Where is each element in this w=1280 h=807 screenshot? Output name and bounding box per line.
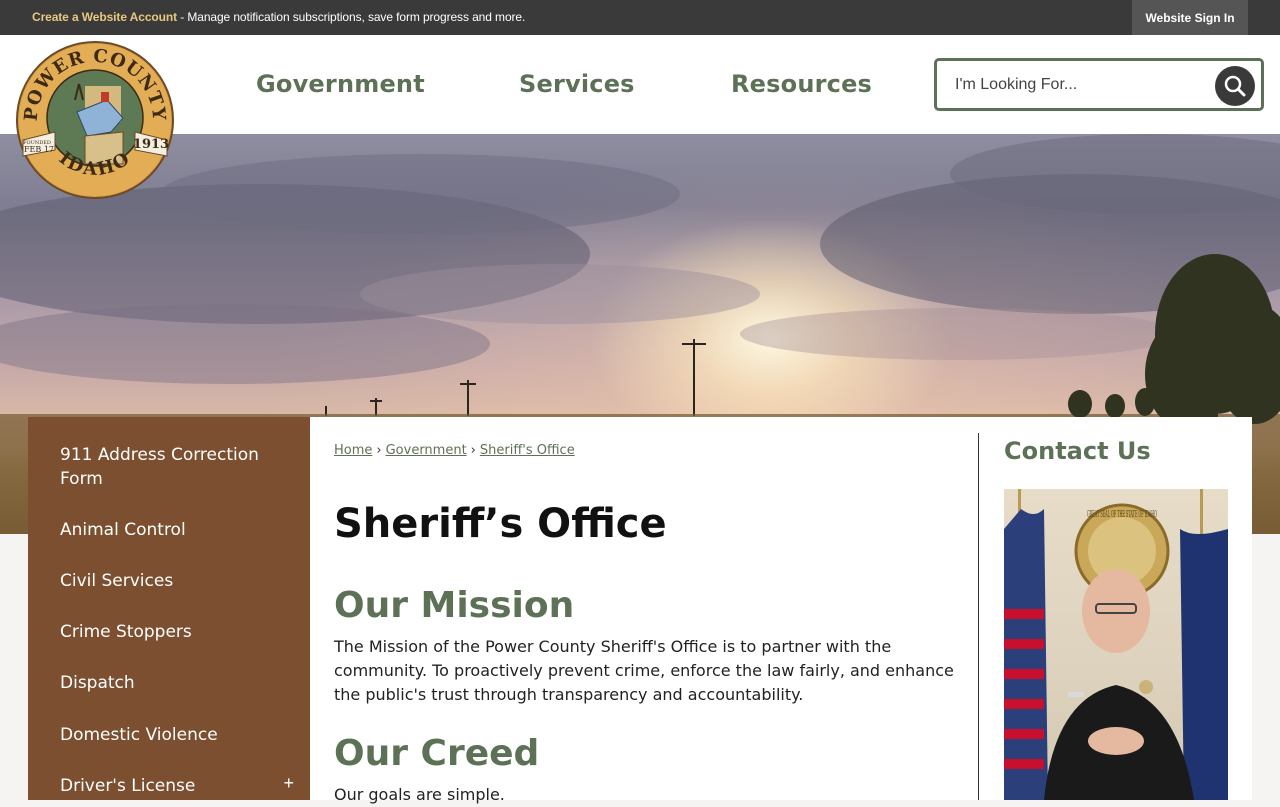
breadcrumb-home[interactable]: Home [334, 443, 372, 458]
creed-heading: Our Creed [334, 733, 540, 774]
sidebar-item-animal-control[interactable]: Animal Control [60, 518, 186, 542]
creed-text: Our goals are simple. [334, 785, 505, 804]
search-icon [1224, 75, 1246, 97]
breadcrumb: Home › Government › Sheriff's Office [334, 443, 575, 458]
nav-services[interactable]: Services [519, 70, 635, 98]
create-account-link[interactable]: Create a Website Account [32, 10, 177, 24]
column-divider [978, 433, 979, 800]
page-title: Sheriff’s Office [334, 501, 667, 547]
top-utility-bar: Create a Website Account - Manage notifi… [0, 0, 1280, 35]
seal-text: GREAT SEAL OF THE STATE OF IDAHO [1087, 510, 1157, 520]
sidebar-item-911-address-correction-form[interactable]: 911 Address Correction Form [60, 443, 260, 491]
promo-text: - Manage notification subscriptions, sav… [176, 10, 526, 24]
mission-heading: Our Mission [334, 585, 575, 626]
sidebar-item-drivers-license[interactable]: Driver's License [60, 774, 195, 798]
sidebar-item-civil-services[interactable]: Civil Services [60, 569, 173, 593]
sidebar-item-dispatch[interactable]: Dispatch [60, 671, 135, 695]
sidebar-item-crime-stoppers[interactable]: Crime Stoppers [60, 620, 192, 644]
sheriff-portrait: GREAT SEAL OF THE STATE OF IDAHO [1004, 489, 1228, 800]
county-logo[interactable]: POWER COUNTY IDAHO FOUNDED FEB 17 1913 [15, 40, 175, 200]
expand-icon[interactable]: + [283, 773, 294, 794]
main-content: Home › Government › Sheriff's Office Sheriff… [310, 417, 1252, 804]
breadcrumb-government[interactable]: Government [386, 443, 467, 458]
sidebar-nav: 911 Address Correction Form Animal Contr… [28, 417, 310, 800]
mission-text: The Mission of the Power County Sheriff'… [334, 637, 954, 704]
account-promo: Create a Website Account - Manage notifi… [32, 10, 525, 24]
breadcrumb-separator: › [470, 443, 476, 458]
nav-resources[interactable]: Resources [731, 70, 872, 98]
website-sign-in-button[interactable]: Website Sign In [1132, 0, 1248, 35]
sidebar-item-domestic-violence[interactable]: Domestic Violence [60, 723, 218, 747]
logo-year: 1913 [133, 137, 169, 152]
search-input[interactable] [955, 73, 1205, 97]
logo-founded-date: FEB 17 [24, 145, 54, 154]
sheriff-photo: GREAT SEAL OF THE STATE OF IDAHO [1004, 489, 1228, 800]
breadcrumb-current[interactable]: Sheriff's Office [480, 443, 575, 458]
search-box [934, 58, 1264, 111]
nav-government[interactable]: Government [256, 70, 425, 98]
search-button[interactable] [1215, 66, 1255, 106]
contact-us-heading[interactable]: Contact Us [1004, 437, 1151, 465]
breadcrumb-separator: › [376, 443, 382, 458]
